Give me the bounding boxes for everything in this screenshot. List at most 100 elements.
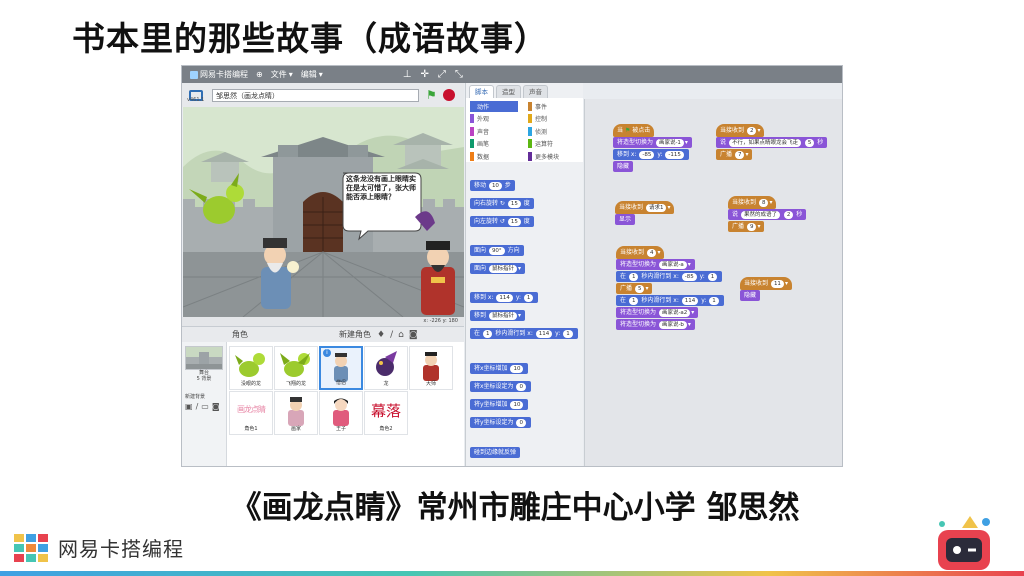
when-receive-block[interactable]: 当接收到 请求1 ▾ — [615, 201, 675, 214]
editor-tabs: 脚本 造型 声音 — [466, 83, 583, 98]
block-turn-left[interactable]: 向左旋转 ↺ 15 度 — [470, 216, 534, 227]
mascot-icon — [938, 516, 990, 570]
new-backdrop-label: 新建背景 — [185, 394, 206, 400]
broadcast-block[interactable]: 广播 5 ▾ — [616, 283, 653, 294]
category-more-blocks[interactable]: 更多模块 — [528, 151, 586, 162]
paint-backdrop-icon[interactable]: / — [196, 402, 199, 411]
sprite-tile[interactable]: 龙 — [364, 346, 408, 390]
block-set-y[interactable]: 将y坐标设定为 0 — [470, 417, 531, 428]
stage-coordinates: x: -226 y: 180 — [182, 317, 464, 326]
when-receive-block[interactable]: 当接收到 4 ▾ — [616, 246, 665, 259]
category-pen[interactable]: 画笔 — [470, 138, 528, 149]
when-flag-clicked-block[interactable]: 当 ⚑ 被点击 — [613, 124, 655, 137]
category-sensing[interactable]: 侦测 — [528, 126, 586, 137]
broadcast-block[interactable]: 广播 7 ▾ — [716, 149, 753, 160]
switch-costume-block[interactable]: 将造型切换为 画家说-a ▾ — [616, 259, 695, 270]
category-control[interactable]: 控制 — [528, 113, 586, 124]
slide-title: 书本里的那些故事（成语故事） — [72, 19, 548, 58]
scripts-area[interactable]: 当 ⚑ 被点击 将造型切换为 画家说-1 ▾ 移到 x: -85 y: -115 … — [584, 99, 842, 466]
file-menu[interactable]: 文件 ▾ — [271, 69, 293, 80]
new-sprite-label: 新建角色 — [339, 330, 371, 339]
when-receive-block[interactable]: 当接收到 8 ▾ — [728, 196, 777, 209]
prince-icon — [333, 398, 349, 426]
sprite-tile[interactable]: 飞翔的龙 — [274, 346, 318, 390]
edit-menu[interactable]: 编辑 ▾ — [301, 69, 323, 80]
sprite-tile[interactable]: 画龙点睛 角色1 — [229, 391, 273, 435]
dark-dragon-icon — [376, 351, 397, 376]
stage-canvas[interactable]: 这条龙没有画上眼睛实在是太可惜了，张大师能否添上眼睛？ — [183, 107, 464, 317]
globe-icon[interactable]: ⊕ — [256, 70, 263, 79]
kada-editor-window: 网易卡搭编程 ⊕ 文件 ▾ 编辑 ▾ ⊥ ✛ ⤢ ⤡ 邹思然（画龙点睛） ⚑ v46… — [181, 65, 843, 467]
tab-costumes[interactable]: 造型 — [496, 85, 521, 98]
kada-logo-icon — [14, 533, 48, 562]
camera-icon[interactable]: ◙ — [409, 330, 418, 340]
category-sound[interactable]: 声音 — [470, 126, 528, 137]
category-looks[interactable]: 外观 — [470, 113, 528, 124]
sprite-tile[interactable]: 王子 — [319, 391, 363, 435]
block-turn-right[interactable]: 向右旋转 ↻ 15 度 — [470, 198, 534, 209]
project-name-input[interactable]: 邹思然（画龙点睛） — [212, 88, 419, 102]
choose-sprite-icon[interactable]: ♦ — [377, 330, 385, 340]
block-set-x[interactable]: 将x坐标设定为 0 — [470, 381, 531, 392]
sprite-tile[interactable]: 画家 — [274, 391, 318, 435]
category-data[interactable]: 数据 — [470, 151, 528, 162]
hide-block[interactable]: 隐藏 — [613, 161, 634, 172]
switch-costume-block[interactable]: 将造型切换为 画家说-1 ▾ — [613, 137, 692, 148]
upload-sprite-icon[interactable]: ⌂ — [398, 330, 404, 340]
stop-icon[interactable] — [442, 89, 455, 101]
app-logo-menu[interactable]: 网易卡搭编程 — [190, 69, 248, 80]
block-goto-xy[interactable]: 移到 x: 114 y: 1 — [470, 292, 539, 303]
glide-block[interactable]: 在 1 秒内滑行到 x: 114 y: 1 — [616, 295, 724, 306]
chevron-down-icon: ▾ — [288, 70, 293, 79]
green-flag-icon[interactable]: ⚑ — [426, 88, 437, 102]
category-events[interactable]: 事件 — [528, 101, 586, 112]
text-sprite-pink: 画龙点睛 — [237, 405, 266, 414]
broadcast-block[interactable]: 广播 9 ▾ — [728, 221, 765, 232]
block-palette: 脚本 造型 声音 动作 事件 外观 控制 声音 侦测 画笔 运算符 数据 更多模… — [465, 83, 583, 466]
sprite-tile[interactable]: 大师 — [409, 346, 453, 390]
sprite-tile-selected[interactable]: i 僧侣 — [319, 346, 363, 390]
sprite-pane-header: 角色 新建角色 ♦ / ⌂ ◙ — [182, 327, 464, 342]
sprite-tile[interactable]: 没眼的龙 — [229, 346, 273, 390]
category-motion[interactable]: 动作 — [470, 101, 518, 112]
text-sprite-red: 幕落 — [370, 402, 402, 420]
backdrop-count: 5 背景 — [196, 376, 212, 382]
block-goto[interactable]: 移到 鼠标指针 ▾ — [470, 310, 525, 321]
show-block[interactable]: 显示 — [615, 214, 636, 225]
stage-thumbnail[interactable] — [185, 346, 223, 370]
paint-sprite-icon[interactable]: / — [390, 330, 393, 340]
shrink-icon[interactable]: ⤡ — [455, 69, 463, 80]
block-point-towards[interactable]: 面向 鼠标指针 ▾ — [470, 263, 525, 274]
footer-gradient-bar — [0, 571, 1024, 576]
choose-backdrop-icon[interactable]: ▣ — [185, 402, 193, 411]
glide-block[interactable]: 在 1 秒内滑行到 x: -85 y: 1 — [616, 271, 723, 282]
when-receive-block[interactable]: 当接收到 2 ▾ — [716, 124, 765, 137]
brand-name: 网易卡搭编程 — [58, 537, 184, 561]
say-block[interactable]: 说 不行，如果点睛眼龙会飞走 5 秒 — [716, 137, 828, 148]
block-categories: 动作 事件 外观 控制 声音 侦测 画笔 运算符 数据 更多模块 — [466, 98, 583, 162]
block-change-x[interactable]: 将x坐标增加 10 — [470, 363, 529, 374]
menu-bar: 网易卡搭编程 ⊕ 文件 ▾ 编辑 ▾ ⊥ ✛ ⤢ ⤡ — [182, 66, 842, 83]
block-glide[interactable]: 在 1 秒内滑行到 x: 114 y: 1 — [470, 328, 578, 339]
slide-subtitle: 《画龙点睛》常州市雕庄中心小学 邹思然 — [230, 490, 800, 526]
switch-costume-block[interactable]: 将造型切换为 画家说-a2 ▾ — [616, 307, 699, 318]
category-operators[interactable]: 运算符 — [528, 138, 586, 149]
block-move-steps[interactable]: 移动 10 步 — [470, 180, 515, 191]
version-label: v461.1 — [187, 97, 205, 103]
tab-sounds[interactable]: 声音 — [523, 85, 548, 98]
block-point-direction[interactable]: 面向 90° 方向 — [470, 245, 524, 256]
block-bounce[interactable]: 碰到边缘就反弹 — [470, 447, 521, 458]
hide-block[interactable]: 隐藏 — [740, 290, 761, 301]
cut-icon[interactable]: ✛ — [420, 69, 428, 80]
camera-backdrop-icon[interactable]: ◙ — [212, 402, 220, 411]
duplicate-icon[interactable]: ⊥ — [403, 69, 412, 80]
when-receive-block[interactable]: 当接收到 11 ▾ — [740, 277, 792, 290]
upload-backdrop-icon[interactable]: ▭ — [201, 402, 209, 411]
switch-costume-block[interactable]: 将造型切换为 画家说-b ▾ — [616, 319, 695, 330]
block-change-y[interactable]: 将y坐标增加 10 — [470, 399, 529, 410]
sprite-tile[interactable]: 幕落 角色2 — [364, 391, 408, 435]
grow-icon[interactable]: ⤢ — [438, 69, 446, 80]
tab-scripts[interactable]: 脚本 — [469, 85, 494, 98]
goto-xy-block[interactable]: 移到 x: -85 y: -115 — [613, 149, 689, 160]
say-block[interactable]: 说 果然的成语了 2 秒 — [728, 209, 807, 220]
